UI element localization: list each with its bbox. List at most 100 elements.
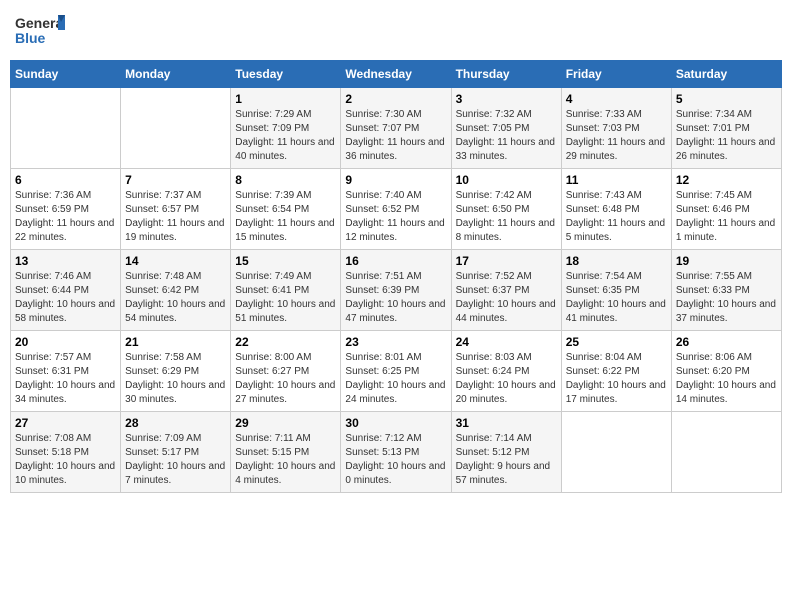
calendar-cell: 18Sunrise: 7:54 AMSunset: 6:35 PMDayligh… [561,250,671,331]
calendar-cell: 3 Sunrise: 7:32 AMSunset: 7:05 PMDaylight… [451,88,561,169]
calendar-cell [11,88,121,169]
day-number: 24 [456,335,557,349]
calendar-cell: 23 Sunrise: 8:01 AMSunset: 6:25 PMDayligh… [341,331,451,412]
day-number: 25 [566,335,667,349]
day-info: Sunrise: 7:49 AMSunset: 6:41 PMDaylight:… [235,270,336,326]
day-info: Sunrise: 7:55 AMSunset: 6:33 PMDaylight:… [676,270,777,326]
calendar-week-row: 1 Sunrise: 7:29 AMSunset: 7:09 PMDaylight… [11,88,782,169]
calendar-cell: 17 Sunrise: 7:52 AMSunset: 6:37 PMDayligh… [451,250,561,331]
calendar-cell: 11 Sunrise: 7:43 AMSunset: 6:48 PMDayligh… [561,169,671,250]
day-info: Sunrise: 7:29 AMSunset: 7:09 PMDaylight:… [235,108,336,164]
day-number: 10 [456,173,557,187]
calendar-cell: 4Sunrise: 7:33 AMSunset: 7:03 PMDaylight… [561,88,671,169]
calendar-cell: 15 Sunrise: 7:49 AMSunset: 6:41 PMDayligh… [231,250,341,331]
calendar-cell: 26 Sunrise: 8:06 AMSunset: 6:20 PMDayligh… [671,331,781,412]
day-info: Sunrise: 7:08 AMSunset: 5:18 PMDaylight:… [15,432,116,488]
day-number: 3 [456,92,557,106]
day-number: 30 [345,416,446,430]
logo-icon: General Blue [15,10,65,50]
day-number: 22 [235,335,336,349]
calendar-cell: 22 Sunrise: 8:00 AMSunset: 6:27 PMDayligh… [231,331,341,412]
day-number: 18 [566,254,667,268]
day-number: 20 [15,335,116,349]
calendar-cell: 28 Sunrise: 7:09 AMSunset: 5:17 PMDayligh… [121,412,231,493]
calendar-day-header: Saturday [671,61,781,88]
calendar-day-header: Monday [121,61,231,88]
day-number: 27 [15,416,116,430]
calendar-cell [671,412,781,493]
calendar-cell [561,412,671,493]
calendar-cell: 24 Sunrise: 8:03 AMSunset: 6:24 PMDayligh… [451,331,561,412]
calendar-cell: 25 Sunrise: 8:04 AMSunset: 6:22 PMDayligh… [561,331,671,412]
day-number: 4 [566,92,667,106]
day-number: 15 [235,254,336,268]
day-number: 12 [676,173,777,187]
day-number: 26 [676,335,777,349]
calendar-cell: 7Sunrise: 7:37 AMSunset: 6:57 PMDaylight… [121,169,231,250]
calendar-cell: 12 Sunrise: 7:45 AMSunset: 6:46 PMDayligh… [671,169,781,250]
day-info: Sunrise: 7:32 AMSunset: 7:05 PMDaylight:… [456,108,557,164]
calendar-cell: 6Sunrise: 7:36 AMSunset: 6:59 PMDaylight… [11,169,121,250]
day-info: Sunrise: 7:30 AMSunset: 7:07 PMDaylight:… [345,108,446,164]
calendar-cell: 9 Sunrise: 7:40 AMSunset: 6:52 PMDaylight… [341,169,451,250]
calendar-cell: 31Sunrise: 7:14 AMSunset: 5:12 PMDayligh… [451,412,561,493]
calendar-cell: 16 Sunrise: 7:51 AMSunset: 6:39 PMDayligh… [341,250,451,331]
day-info: Sunrise: 7:37 AMSunset: 6:57 PMDaylight:… [125,189,226,245]
day-info: Sunrise: 7:11 AMSunset: 5:15 PMDaylight:… [235,432,336,488]
calendar-cell: 2 Sunrise: 7:30 AMSunset: 7:07 PMDaylight… [341,88,451,169]
calendar-cell: 27 Sunrise: 7:08 AMSunset: 5:18 PMDayligh… [11,412,121,493]
calendar-week-row: 20 Sunrise: 7:57 AMSunset: 6:31 PMDayligh… [11,331,782,412]
calendar-cell: 21 Sunrise: 7:58 AMSunset: 6:29 PMDayligh… [121,331,231,412]
day-info: Sunrise: 7:57 AMSunset: 6:31 PMDaylight:… [15,351,116,407]
day-info: Sunrise: 7:43 AMSunset: 6:48 PMDaylight:… [566,189,667,245]
day-info: Sunrise: 7:48 AMSunset: 6:42 PMDaylight:… [125,270,226,326]
logo: General Blue [15,10,65,50]
day-info: Sunrise: 7:40 AMSunset: 6:52 PMDaylight:… [345,189,446,245]
calendar-cell: 30 Sunrise: 7:12 AMSunset: 5:13 PMDayligh… [341,412,451,493]
day-info: Sunrise: 8:00 AMSunset: 6:27 PMDaylight:… [235,351,336,407]
calendar-day-header: Sunday [11,61,121,88]
day-number: 28 [125,416,226,430]
day-number: 9 [345,173,446,187]
calendar-cell: 29 Sunrise: 7:11 AMSunset: 5:15 PMDayligh… [231,412,341,493]
calendar-week-row: 27 Sunrise: 7:08 AMSunset: 5:18 PMDayligh… [11,412,782,493]
day-info: Sunrise: 8:04 AMSunset: 6:22 PMDaylight:… [566,351,667,407]
day-number: 21 [125,335,226,349]
day-info: Sunrise: 7:45 AMSunset: 6:46 PMDaylight:… [676,189,777,245]
day-info: Sunrise: 7:58 AMSunset: 6:29 PMDaylight:… [125,351,226,407]
day-info: Sunrise: 7:12 AMSunset: 5:13 PMDaylight:… [345,432,446,488]
calendar-cell [121,88,231,169]
day-number: 17 [456,254,557,268]
day-number: 1 [235,92,336,106]
day-number: 11 [566,173,667,187]
day-info: Sunrise: 8:01 AMSunset: 6:25 PMDaylight:… [345,351,446,407]
day-number: 2 [345,92,446,106]
page-header: General Blue [10,10,782,50]
day-info: Sunrise: 7:09 AMSunset: 5:17 PMDaylight:… [125,432,226,488]
day-number: 23 [345,335,446,349]
calendar-cell: 5 Sunrise: 7:34 AMSunset: 7:01 PMDaylight… [671,88,781,169]
calendar-header-row: SundayMondayTuesdayWednesdayThursdayFrid… [11,61,782,88]
day-info: Sunrise: 7:46 AMSunset: 6:44 PMDaylight:… [15,270,116,326]
calendar-cell: 13Sunrise: 7:46 AMSunset: 6:44 PMDayligh… [11,250,121,331]
day-number: 6 [15,173,116,187]
day-info: Sunrise: 7:42 AMSunset: 6:50 PMDaylight:… [456,189,557,245]
day-number: 29 [235,416,336,430]
calendar-table: SundayMondayTuesdayWednesdayThursdayFrid… [10,60,782,493]
calendar-day-header: Thursday [451,61,561,88]
day-number: 5 [676,92,777,106]
day-number: 16 [345,254,446,268]
day-number: 8 [235,173,336,187]
calendar-week-row: 6Sunrise: 7:36 AMSunset: 6:59 PMDaylight… [11,169,782,250]
calendar-cell: 19 Sunrise: 7:55 AMSunset: 6:33 PMDayligh… [671,250,781,331]
day-number: 19 [676,254,777,268]
day-info: Sunrise: 7:51 AMSunset: 6:39 PMDaylight:… [345,270,446,326]
day-info: Sunrise: 8:06 AMSunset: 6:20 PMDaylight:… [676,351,777,407]
day-info: Sunrise: 7:34 AMSunset: 7:01 PMDaylight:… [676,108,777,164]
svg-text:Blue: Blue [15,30,46,46]
day-info: Sunrise: 7:39 AMSunset: 6:54 PMDaylight:… [235,189,336,245]
day-number: 31 [456,416,557,430]
calendar-day-header: Tuesday [231,61,341,88]
day-info: Sunrise: 7:52 AMSunset: 6:37 PMDaylight:… [456,270,557,326]
day-info: Sunrise: 8:03 AMSunset: 6:24 PMDaylight:… [456,351,557,407]
